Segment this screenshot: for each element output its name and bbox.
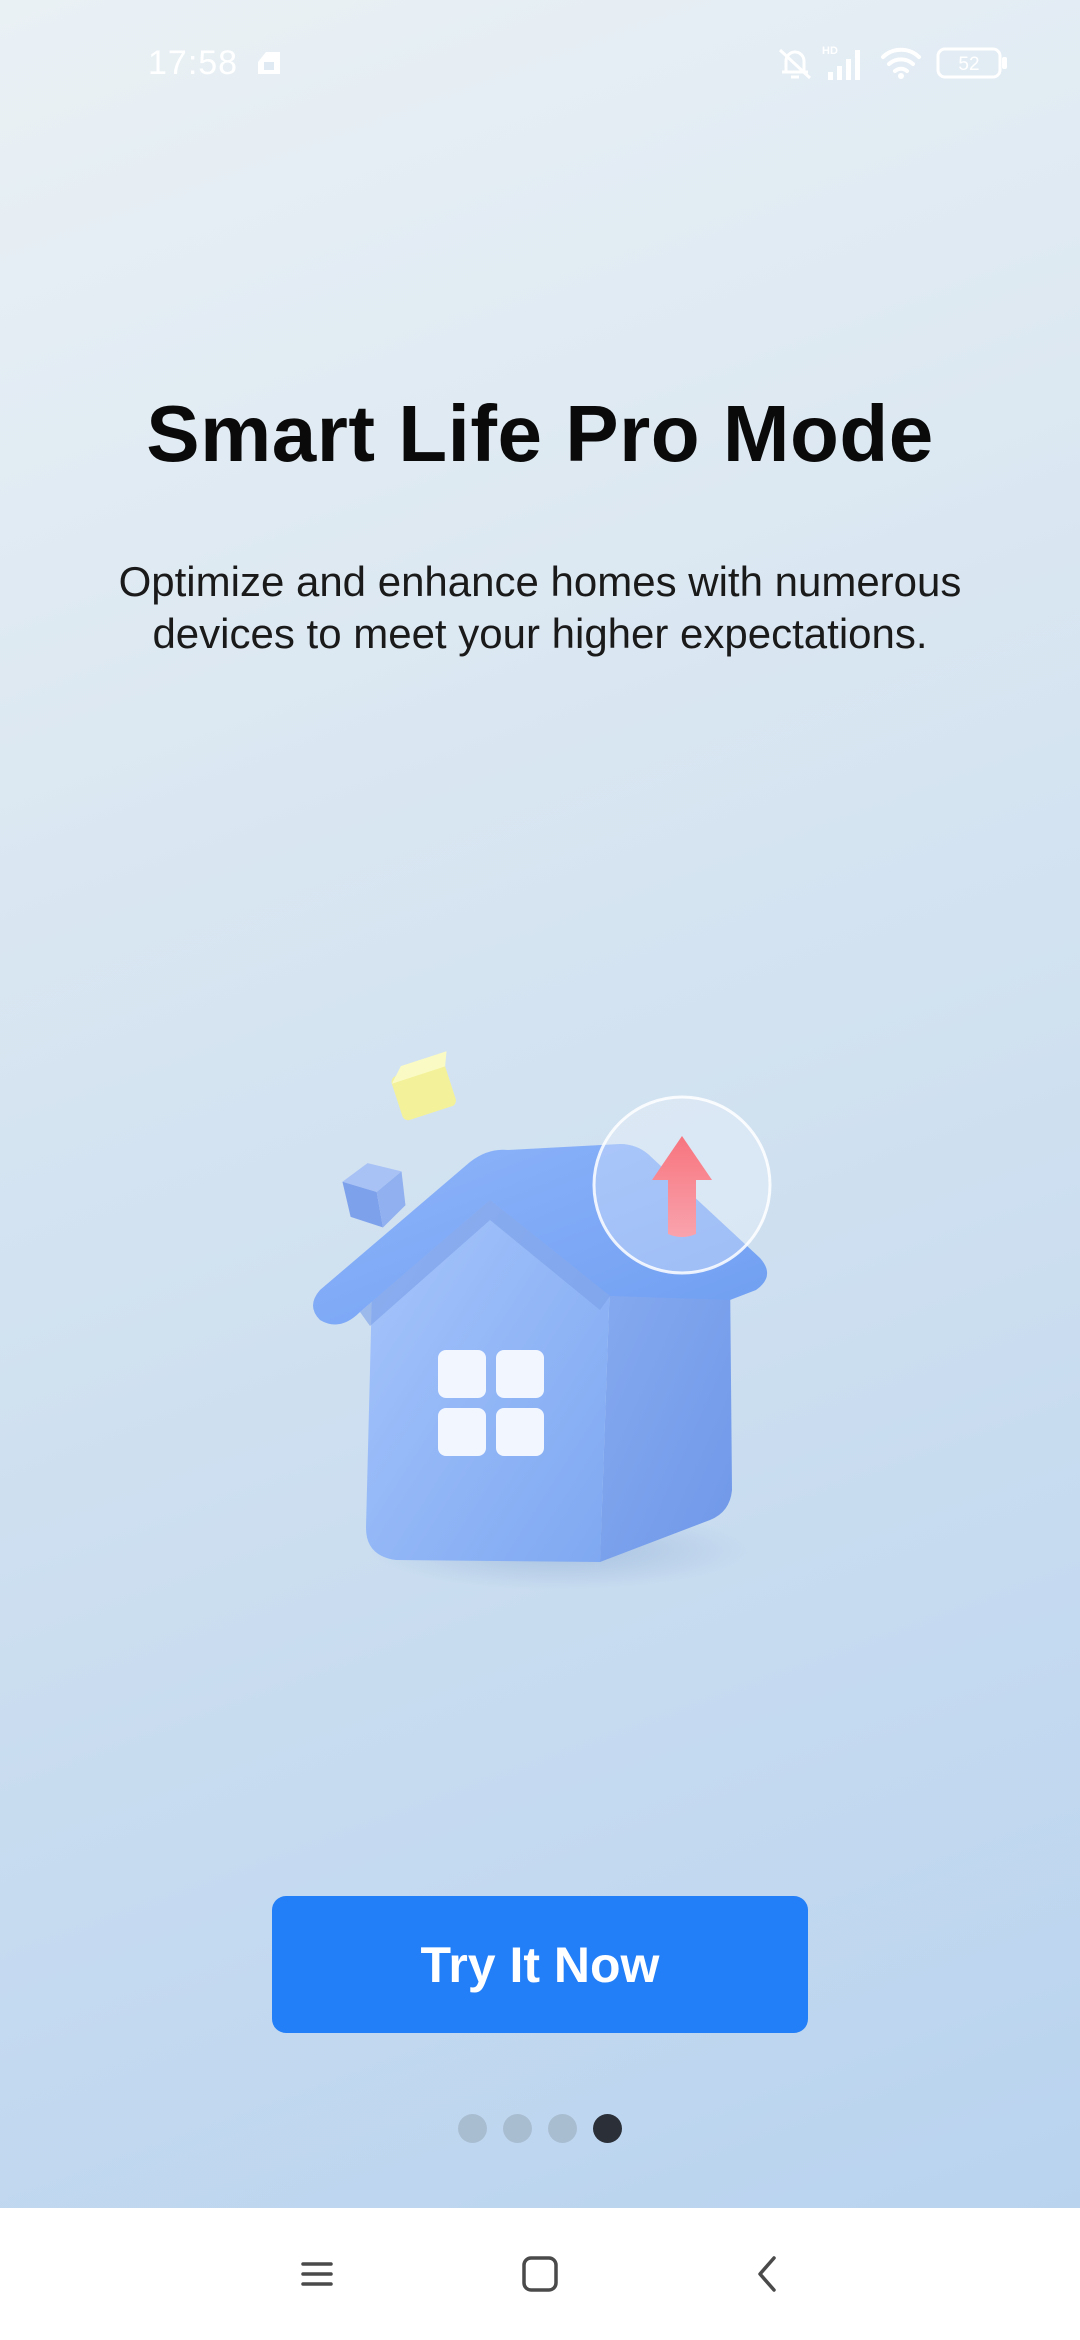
page-dot-1[interactable] [458,2114,487,2143]
status-bar: 17:58 HD 52 [0,0,1080,130]
recents-button[interactable] [287,2244,347,2304]
menu-icon [301,2262,333,2286]
try-it-now-button[interactable]: Try It Now [272,1896,808,2033]
smart-home-illustration [300,1050,800,1610]
page-dot-3[interactable] [548,2114,577,2143]
page-dot-4-active[interactable] [593,2114,622,2143]
system-nav-bar [0,2208,1080,2340]
page-title: Smart Life Pro Mode [146,389,934,478]
sim-card-icon [254,48,284,83]
status-time: 17:58 [148,44,239,82]
mute-icon [776,44,814,87]
onboarding-screen: 17:58 HD 52 Smart Life Pro Mode Optimize… [0,0,1080,2208]
battery-level: 52 [958,54,979,75]
page-indicator [0,2114,1080,2146]
page-subtitle: Optimize and enhance homes with numerous… [118,558,962,657]
back-button[interactable] [738,2244,798,2304]
home-button[interactable] [510,2244,570,2304]
svg-text:HD: HD [822,45,838,57]
battery-icon: 52 [936,46,1010,85]
hd-signal-icon: HD [820,42,868,87]
back-icon [758,2256,776,2292]
wifi-icon [880,44,922,85]
home-square-icon [522,2256,558,2292]
page-dot-2[interactable] [503,2114,532,2143]
